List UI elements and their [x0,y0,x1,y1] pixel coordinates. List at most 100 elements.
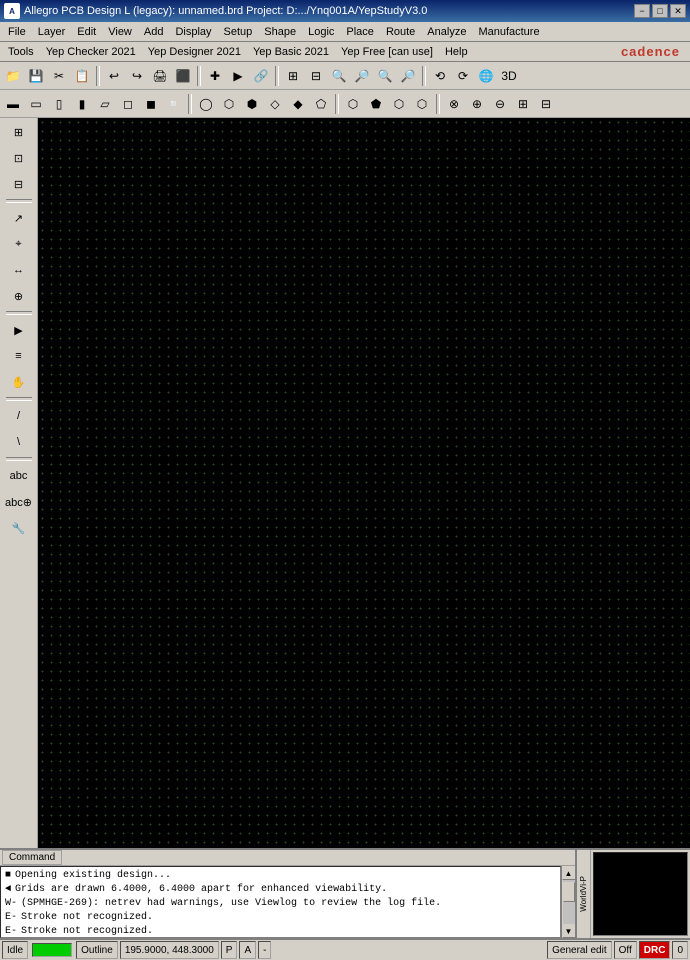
toolbar2-btn-12[interactable]: ◆ [287,93,309,115]
toolbar1-btn-4[interactable]: ↩ [103,65,125,87]
toolbar2-btn-4[interactable]: ▱ [94,93,116,115]
toolbar2-btn-19[interactable]: ⊕ [466,93,488,115]
layer-tool[interactable]: ≡ [5,344,33,368]
menu-item-setup[interactable]: Setup [218,24,259,40]
console-body: ■Opening existing design...◄Grids are dr… [0,866,561,938]
toolbar1-btn-0[interactable]: 📁 [2,65,24,87]
toolbar2-btn-18[interactable]: ⊗ [443,93,465,115]
toolbar1-btn-2[interactable]: ✂ [48,65,70,87]
menu2-item-4[interactable]: Yep Free [can use] [335,44,439,60]
menu2-item-1[interactable]: Yep Checker 2021 [40,44,142,60]
zoom-tool[interactable]: ⊟ [5,172,33,196]
toolbar2-btn-1[interactable]: ▭ [25,93,47,115]
toolbar2-btn-13[interactable]: ⬠ [310,93,332,115]
menu2-item-2[interactable]: Yep Designer 2021 [142,44,247,60]
toolbar2-btn-21[interactable]: ⊞ [512,93,534,115]
snap-tool[interactable]: ↗ [5,206,33,230]
select-tool[interactable]: ⊞ [5,120,33,144]
toolbar1-btn-13[interactable]: 🔍 [328,65,350,87]
toolbar2-btn-9[interactable]: ⬡ [218,93,240,115]
toolbar2-btn-17[interactable]: ⬡ [411,93,433,115]
menu-item-display[interactable]: Display [169,24,217,40]
toolbar2-btn-15[interactable]: ⬟ [365,93,387,115]
menu-item-view[interactable]: View [102,24,138,40]
toolbar2-btn-16[interactable]: ⬡ [388,93,410,115]
minimize-button[interactable]: − [634,4,650,18]
toolbar2-btn-3[interactable]: ▮ [71,93,93,115]
menubar2-left: ToolsYep Checker 2021Yep Designer 2021Ye… [2,44,474,60]
scroll-down-button[interactable]: ▼ [562,924,576,938]
canvas-area[interactable] [38,118,690,848]
worldview-map [593,852,688,936]
worldview-toggle-button[interactable]: WorldVi-P [577,850,591,938]
toolbar1-btn-12[interactable]: ⊟ [305,65,327,87]
toolbar1-btn-20[interactable]: 3D [498,65,520,87]
tb1-separator-17 [422,66,426,86]
console-line-4: E-Stroke not recognized. [5,925,556,938]
tb1-separator-11 [275,66,279,86]
toolbar1-btn-18[interactable]: ⟳ [452,65,474,87]
tb1-separator-4 [96,66,100,86]
toolbar2-btn-10[interactable]: ⬢ [241,93,263,115]
menu-item-shape[interactable]: Shape [258,24,302,40]
toolbar2-btn-11[interactable]: ◇ [264,93,286,115]
toolbar1-btn-5[interactable]: ↪ [126,65,148,87]
menu2-item-0[interactable]: Tools [2,44,40,60]
status-green-indicator [32,943,72,957]
menu-item-edit[interactable]: Edit [71,24,102,40]
toolbar2-btn-6[interactable]: ◼ [140,93,162,115]
toolbar1-btn-6[interactable]: 🖨 [149,65,171,87]
menu2-item-5[interactable]: Help [439,44,474,60]
menu-item-file[interactable]: File [2,24,32,40]
console-tab[interactable]: Command [2,850,62,865]
menu-item-place[interactable]: Place [340,24,380,40]
scroll-thumb[interactable] [563,882,575,902]
toolbar1-btn-1[interactable]: 💾 [25,65,47,87]
route-tool[interactable]: ▶ [5,318,33,342]
toolbar1-btn-19[interactable]: 🌐 [475,65,497,87]
prop-tool[interactable]: 🔧 [5,516,33,540]
toolbar2-btn-22[interactable]: ⊟ [535,93,557,115]
close-button[interactable]: ✕ [670,4,686,18]
menu-item-manufacture[interactable]: Manufacture [472,24,545,40]
maximize-button[interactable]: □ [652,4,668,18]
right-mini-panel: WorldVi-P [575,850,690,938]
toolbar2-btn-0[interactable]: ▬ [2,93,24,115]
toolbar1-btn-9[interactable]: ▶ [227,65,249,87]
toolbar1-btn-7[interactable]: ⬛ [172,65,194,87]
target-tool[interactable]: ⌖ [5,232,33,256]
toolbar2-btn-20[interactable]: ⊖ [489,93,511,115]
status-outline: Outline [76,941,118,959]
menu-item-layer[interactable]: Layer [32,24,72,40]
addtext-tool[interactable]: abc⊕ [5,490,33,514]
toolbar1-btn-15[interactable]: 🔍 [374,65,396,87]
toolbar2-btn-14[interactable]: ⬡ [342,93,364,115]
move-tool[interactable]: ⊡ [5,146,33,170]
wire-tool[interactable]: \ [5,430,33,454]
menu-item-logic[interactable]: Logic [302,24,340,40]
titlebar-controls[interactable]: − □ ✕ [634,4,686,18]
toolbar2-btn-8[interactable]: ◯ [195,93,217,115]
toolbar1-btn-8[interactable]: ✚ [204,65,226,87]
menu-item-analyze[interactable]: Analyze [421,24,472,40]
console-scrollbar[interactable]: ▲ ▼ [561,866,575,938]
menu2-item-3[interactable]: Yep Basic 2021 [247,44,335,60]
toolbar2-btn-7[interactable]: ◽ [163,93,185,115]
toolbar1-btn-14[interactable]: 🔎 [351,65,373,87]
toolbar1-btn-11[interactable]: ⊞ [282,65,304,87]
toolbar1-btn-17[interactable]: ⟲ [429,65,451,87]
toolbar2-btn-5[interactable]: ◻ [117,93,139,115]
measure-tool[interactable]: ↔ [5,258,33,282]
scroll-up-button[interactable]: ▲ [562,866,576,880]
toolbar2-btn-2[interactable]: ▯ [48,93,70,115]
menu-item-add[interactable]: Add [138,24,170,40]
line-tool[interactable]: / [5,404,33,428]
menu-item-route[interactable]: Route [380,24,421,40]
status-drc[interactable]: DRC [639,941,671,959]
toolbar1-btn-16[interactable]: 🔎 [397,65,419,87]
toolbar1-btn-3[interactable]: 📋 [71,65,93,87]
text-tool[interactable]: abc [5,464,33,488]
pan-tool[interactable]: ✋ [5,370,33,394]
add-tool[interactable]: ⊕ [5,284,33,308]
toolbar1-btn-10[interactable]: 🔗 [250,65,272,87]
